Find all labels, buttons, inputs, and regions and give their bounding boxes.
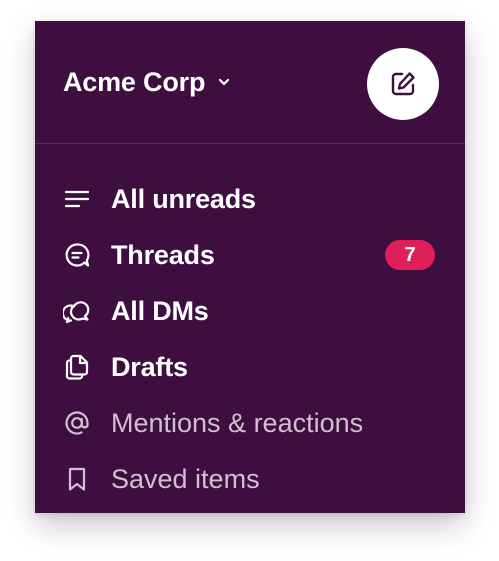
at-icon [63,409,91,437]
sidebar-header: Acme Corp [35,21,465,144]
sidebar-panel: Acme Corp All unreads Threads 7 All DMs … [35,21,465,513]
sidebar-item-saved-items[interactable]: Saved items [35,451,465,507]
sidebar-item-threads[interactable]: Threads 7 [35,227,465,283]
chevron-down-icon [217,75,231,89]
sidebar-item-all-unreads[interactable]: All unreads [35,171,465,227]
sidebar-item-label: Drafts [111,352,188,382]
bookmark-icon [63,465,91,493]
sidebar-item-all-dms[interactable]: All DMs [35,283,465,339]
sidebar-item-drafts[interactable]: Drafts [35,339,465,395]
dms-icon [63,297,91,325]
sidebar-item-label: Threads [111,240,215,270]
sidebar-item-label: All unreads [111,184,256,214]
sidebar-item-label: Saved items [111,464,260,494]
unread-count-badge: 7 [385,240,435,270]
sidebar-nav: All unreads Threads 7 All DMs Drafts Men… [35,171,465,507]
compose-icon [388,69,418,99]
workspace-name: Acme Corp [63,67,206,97]
sidebar-item-mentions-reactions[interactable]: Mentions & reactions [35,395,465,451]
workspace-switcher[interactable]: Acme Corp [63,65,231,99]
threads-icon [63,241,91,269]
sidebar-item-label: Mentions & reactions [111,408,364,438]
sidebar-item-label: All DMs [111,296,209,326]
drafts-icon [63,353,91,381]
lines-icon [63,185,91,213]
compose-button[interactable] [367,48,439,120]
